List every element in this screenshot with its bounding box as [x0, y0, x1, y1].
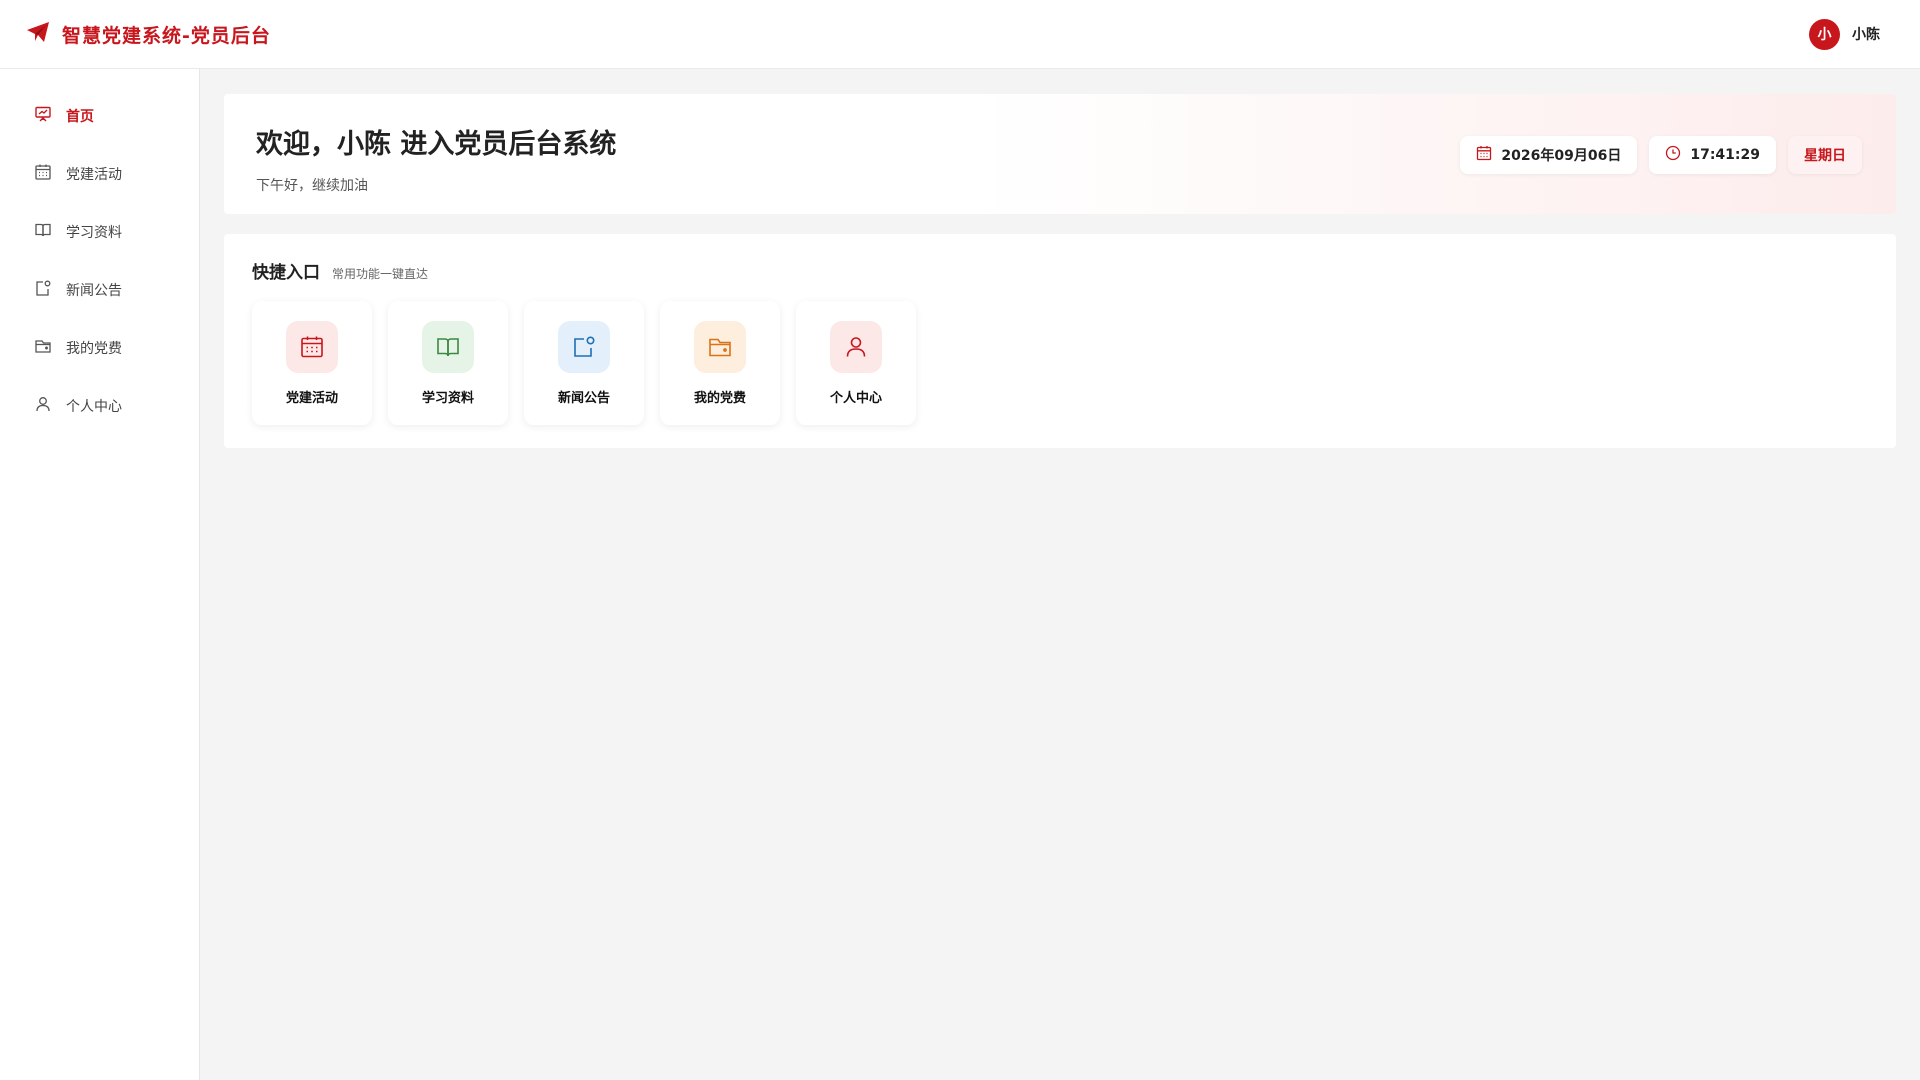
sidebar-item-label: 首页: [66, 109, 94, 125]
date-chip: 2026年09月06日: [1460, 136, 1638, 174]
sidebar-item-label: 学习资料: [66, 225, 122, 241]
weekday-text: 星期日: [1804, 148, 1846, 164]
sidebar-item-profile[interactable]: 个人中心: [0, 377, 199, 435]
sidebar-item-label: 我的党费: [66, 341, 122, 357]
time-text: 17:41:29: [1690, 147, 1760, 163]
user-icon: [34, 395, 52, 417]
app-title: 智慧党建系统-党员后台: [62, 24, 271, 47]
quick-card-label: 我的党费: [693, 391, 746, 406]
quick-card-label: 党建活动: [285, 391, 338, 406]
date-text: 2026年09月06日: [1501, 148, 1622, 164]
clock-icon: [1665, 145, 1681, 165]
quick-card-news[interactable]: 新闻公告: [524, 301, 644, 425]
quick-card-dues[interactable]: 我的党费: [660, 301, 780, 425]
calendar-icon: [1476, 145, 1492, 165]
wallet-icon: [694, 321, 746, 373]
sidebar-item-study[interactable]: 学习资料: [0, 203, 199, 261]
quick-entry-cards: 党建活动 学习资料 新闻公告 我的党费 个人中心: [252, 301, 1868, 425]
calendar-icon: [34, 163, 52, 185]
sidebar-item-dues[interactable]: 我的党费: [0, 319, 199, 377]
sidebar-item-activities[interactable]: 党建活动: [0, 145, 199, 203]
sidebar: 首页 党建活动 学习资料 新闻公告 我的党费 个人中心: [0, 69, 200, 1080]
wallet-icon: [34, 337, 52, 359]
sidebar-item-label: 个人中心: [66, 399, 122, 415]
quick-card-profile[interactable]: 个人中心: [796, 301, 916, 425]
paper-plane-icon: [26, 21, 50, 47]
book-open-icon: [422, 321, 474, 373]
quick-card-label: 学习资料: [421, 391, 474, 406]
datetime-chips: 2026年09月06日 17:41:29 星期日: [1460, 136, 1862, 174]
welcome-banner: 欢迎，小陈 进入党员后台系统 下午好，继续加油 2026年09月06日 17:4…: [224, 94, 1896, 214]
user-name[interactable]: 小陈: [1852, 24, 1880, 44]
quick-card-label: 新闻公告: [557, 391, 610, 406]
calendar-icon: [286, 321, 338, 373]
avatar[interactable]: 小: [1809, 18, 1840, 50]
notification-icon: [34, 279, 52, 301]
quick-entry-panel: 快捷入口 常用功能一键直达 党建活动 学习资料 新闻公告 我的党费 个人中心: [224, 234, 1896, 448]
presentation-chart-icon: [34, 105, 52, 127]
sidebar-item-news[interactable]: 新闻公告: [0, 261, 199, 319]
weekday-chip: 星期日: [1788, 136, 1862, 174]
notification-icon: [558, 321, 610, 373]
user-menu[interactable]: 小 小陈: [1809, 18, 1880, 50]
quick-entry-subtitle: 常用功能一键直达: [332, 267, 429, 281]
quick-card-activities[interactable]: 党建活动: [252, 301, 372, 425]
book-open-icon: [34, 221, 52, 243]
quick-card-label: 个人中心: [829, 391, 882, 406]
quick-entry-title: 快捷入口: [252, 263, 320, 283]
quick-card-study[interactable]: 学习资料: [388, 301, 508, 425]
top-header: 智慧党建系统-党员后台 小 小陈: [0, 0, 1920, 69]
sidebar-item-home[interactable]: 首页: [0, 87, 199, 145]
sidebar-item-label: 党建活动: [66, 167, 122, 183]
quick-entry-header: 快捷入口 常用功能一键直达: [252, 258, 1868, 283]
user-icon: [830, 321, 882, 373]
welcome-subtitle: 下午好，继续加油: [256, 178, 368, 194]
time-chip: 17:41:29: [1649, 136, 1776, 174]
brand[interactable]: 智慧党建系统-党员后台: [26, 21, 271, 48]
sidebar-item-label: 新闻公告: [66, 283, 122, 299]
